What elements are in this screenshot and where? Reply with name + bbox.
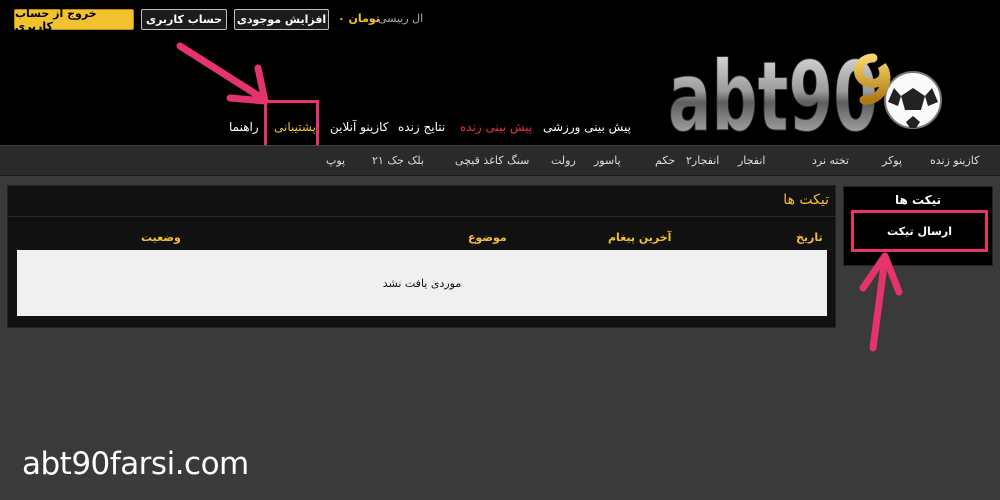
arrow-to-send-ticket-icon [859, 252, 903, 352]
sidebar-tickets-link[interactable]: تیکت ها [855, 193, 981, 207]
site-header: خروج از حساب کاربری حساب کاربری افزایش م… [0, 0, 1000, 145]
account-button[interactable]: حساب کاربری [141, 9, 227, 30]
subnav-roulette[interactable]: رولت [551, 154, 576, 167]
col-status: وضعیت [141, 231, 181, 244]
col-last-message: آخرین پیغام [608, 231, 672, 244]
nav-live-betting[interactable]: پیش بینی زنده [460, 120, 532, 134]
subnav-poker[interactable]: پوکر [882, 154, 902, 167]
logout-button[interactable]: خروج از حساب کاربری [14, 7, 134, 33]
panel-divider [8, 216, 835, 217]
games-subnav: کازینو زنده پوکر تخته نرد انفجار انفجار۲… [0, 145, 1000, 176]
tickets-panel-title: تیکت ها [783, 192, 829, 208]
nav-live-results[interactable]: نتایج زنده [398, 120, 445, 134]
subnav-pasoor[interactable]: پاسور [594, 154, 621, 167]
subnav-backgammon[interactable]: تخته نرد [812, 154, 849, 167]
subnav-crash2[interactable]: انفجار۲ [686, 154, 719, 167]
arrow-to-support-icon [176, 42, 269, 105]
football-icon [884, 71, 942, 129]
tickets-panel: تیکت ها تاریخ آخرین پیغام موضوع وضعیت مو… [7, 185, 836, 328]
col-date: تاریخ [796, 231, 823, 244]
subnav-live-casino[interactable]: کازینو زنده [930, 154, 979, 167]
site-logo[interactable]: abt90 [668, 50, 944, 134]
subnav-rock-paper-scissors[interactable]: سنگ کاغذ قیچی [455, 154, 529, 167]
balance-display: تومان ۰ [338, 12, 380, 25]
nav-guide[interactable]: راهنما [229, 120, 259, 134]
subnav-crash[interactable]: انفجار [738, 154, 765, 167]
username-display: ال رییسی [378, 12, 424, 25]
subnav-blackjack[interactable]: بلک جک ۲۱ [372, 154, 424, 167]
send-ticket-button[interactable]: ارسال تیکت [851, 210, 988, 252]
empty-results: موردی یافت نشد [17, 250, 827, 316]
subnav-hokm[interactable]: حکم [655, 154, 675, 167]
col-subject: موضوع [468, 231, 507, 244]
deposit-button[interactable]: افزایش موجودی [234, 9, 329, 30]
nav-sports-betting[interactable]: پیش بینی ورزشی [543, 120, 631, 134]
nav-online-casino[interactable]: کازینو آنلاین [330, 120, 388, 134]
site-watermark: abt90farsi.com [22, 446, 249, 482]
subnav-pop[interactable]: پوپ [326, 154, 345, 167]
empty-message: موردی یافت نشد [382, 276, 462, 290]
logo-text: abt90 [668, 50, 878, 134]
